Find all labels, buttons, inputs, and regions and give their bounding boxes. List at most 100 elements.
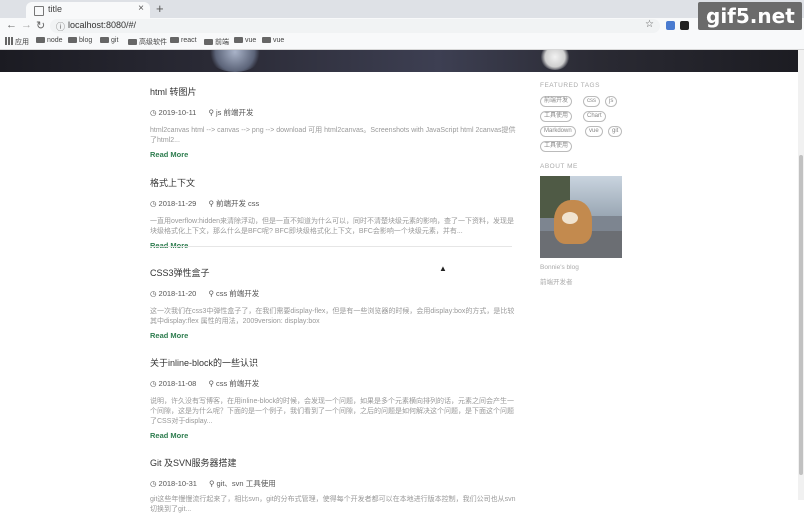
- about-me-heading: ABOUT ME: [540, 163, 578, 170]
- new-tab-button[interactable]: +: [156, 1, 164, 16]
- folder-icon: [204, 39, 213, 45]
- tab-title: title: [48, 4, 63, 14]
- tab-close-icon[interactable]: ×: [138, 3, 144, 14]
- tag-pill[interactable]: 工具使用: [540, 111, 573, 122]
- bookmark-folder-node[interactable]: node: [36, 37, 63, 44]
- reload-icon[interactable]: ↻: [36, 19, 45, 32]
- post-title[interactable]: CSS3弹性盒子: [150, 266, 520, 279]
- folder-icon: [36, 37, 45, 43]
- tag-pill[interactable]: Chart: [583, 111, 606, 122]
- watermark-text: gif5.net: [706, 4, 795, 28]
- post-tag[interactable]: 前端开发: [223, 108, 253, 117]
- post-title[interactable]: 格式上下文: [150, 176, 520, 189]
- apps-grid-icon: [5, 37, 13, 45]
- bookmark-label: react: [181, 37, 197, 44]
- post-date: 2018-11-20: [158, 289, 197, 298]
- hero-banner: [0, 50, 798, 72]
- post-excerpt: 说明，许久没有写博客，在用inline-block的时候，会发现一个问题，如果是…: [150, 398, 515, 425]
- post-title[interactable]: Git 及SVN服务器搭建: [150, 456, 520, 469]
- folder-icon: [68, 37, 77, 43]
- bookmark-label: 前端: [215, 39, 229, 46]
- clock-icon: ◷: [150, 379, 157, 388]
- page-scrollbar[interactable]: [798, 50, 804, 500]
- scrollbar-thumb[interactable]: [799, 155, 803, 475]
- tag-pill[interactable]: 前端开发: [540, 96, 573, 107]
- bookmark-folder-advanced[interactable]: 高级软件: [128, 37, 167, 47]
- tag-icon: ⚲: [209, 479, 215, 488]
- post-tag[interactable]: 前端开发: [229, 379, 259, 388]
- clock-icon: ◷: [150, 108, 157, 117]
- post-tag[interactable]: css: [248, 199, 259, 208]
- banner-astronaut-graphic: [540, 50, 570, 70]
- post-meta: ◷ 2018-11-20 ⚲ css 前端开发: [150, 288, 520, 299]
- bookmark-folder-blog[interactable]: blog: [68, 37, 92, 44]
- banner-planet-graphic: [206, 50, 264, 72]
- post-excerpt: 一直用overflow:hidden来清除浮动，但是一直不知道为什么可以，同时不…: [150, 218, 515, 235]
- address-url[interactable]: localhost:8080/#/: [68, 20, 136, 30]
- bookmark-label: vue: [245, 37, 257, 44]
- profile-photo: [540, 176, 622, 258]
- post-title[interactable]: html 转图片: [150, 85, 520, 98]
- back-arrow-icon[interactable]: ←: [6, 19, 17, 31]
- post-title[interactable]: 关于inline-block的一些认识: [150, 356, 520, 369]
- post-date: 2018-11-08: [158, 379, 197, 388]
- tag-pill[interactable]: 工具使用: [540, 141, 573, 152]
- tag-icon: ⚲: [208, 289, 214, 298]
- clock-icon: ◷: [150, 199, 157, 208]
- post-meta: ◷ 2018-11-29 ⚲ 前端开发 css: [150, 198, 520, 209]
- bookmark-label: 高级软件: [139, 39, 167, 46]
- bookmark-star-icon[interactable]: ☆: [645, 19, 654, 30]
- post-excerpt: 这一次我们在css3中弹性盒子了，在我们需要display-flex，但是有一些…: [150, 308, 515, 325]
- post-category[interactable]: 前端开发: [216, 199, 246, 208]
- translate-extension-icon[interactable]: [666, 21, 675, 30]
- bookmark-folder-vue-2[interactable]: vue: [262, 37, 284, 44]
- browser-tab-strip: title × +: [0, 0, 804, 18]
- tag-icon: ⚲: [208, 379, 214, 388]
- shield-extension-icon[interactable]: [680, 21, 689, 30]
- tag-pill[interactable]: css: [583, 96, 600, 107]
- bookmark-folder-react[interactable]: react: [170, 37, 197, 44]
- post-tag[interactable]: 工具使用: [246, 479, 276, 488]
- tag-pill[interactable]: git: [608, 126, 623, 137]
- tag-pill[interactable]: vue: [585, 126, 603, 137]
- post-date: 2019-10-11: [158, 108, 197, 117]
- forward-arrow-icon[interactable]: →: [21, 19, 32, 31]
- read-more-link[interactable]: Read More: [150, 331, 520, 340]
- featured-tags-heading: FEATURED TAGS: [540, 82, 600, 89]
- bookmark-label: vue: [273, 37, 285, 44]
- post-meta: ◷ 2018-10-31 ⚲ git、svn 工具使用: [150, 478, 520, 489]
- tag-pill[interactable]: js: [605, 96, 618, 107]
- bookmark-folder-frontend[interactable]: 前端: [204, 37, 229, 47]
- tag-icon: ⚲: [208, 199, 214, 208]
- folder-icon: [100, 37, 109, 43]
- bookmarks-bar: 应用 node blog git 高级软件 react 前端 vue vue: [0, 35, 804, 50]
- post-item: Git 及SVN服务器搭建 ◷ 2018-10-31 ⚲ git、svn 工具使用 …: [150, 456, 520, 515]
- post-item: 格式上下文 ◷ 2018-11-29 ⚲ 前端开发 css 一直用overflow:…: [150, 176, 520, 250]
- address-bar[interactable]: ⓘ localhost:8080/#/ ☆: [50, 19, 660, 33]
- post-category[interactable]: js: [216, 108, 221, 117]
- mouse-cursor-icon: ▲: [439, 264, 447, 273]
- post-tag[interactable]: 前端开发: [229, 289, 259, 298]
- browser-tab[interactable]: title ×: [26, 2, 150, 18]
- folder-icon: [170, 37, 179, 43]
- post-excerpt: html2canvas html --> canvas --> png --> …: [150, 127, 516, 144]
- read-more-link[interactable]: Read More: [150, 431, 520, 440]
- read-more-link[interactable]: Read More: [150, 150, 520, 159]
- post-category[interactable]: css: [216, 379, 227, 388]
- watermark-logo: gif5.net: [698, 2, 802, 30]
- post-item: 关于inline-block的一些认识 ◷ 2018-11-08 ⚲ css 前端开…: [150, 356, 520, 440]
- bookmark-folder-vue[interactable]: vue: [234, 37, 256, 44]
- tag-pill[interactable]: Markdown: [540, 126, 576, 137]
- bookmark-label: 应用: [15, 39, 29, 46]
- tag-icon: ⚲: [208, 108, 214, 117]
- folder-icon: [128, 39, 137, 45]
- bookmark-folder-git[interactable]: git: [100, 37, 118, 44]
- post-category[interactable]: css: [216, 289, 227, 298]
- post-meta: ◷ 2019-10-11 ⚲ js 前端开发: [150, 107, 520, 118]
- folder-icon: [262, 37, 271, 43]
- info-icon[interactable]: ⓘ: [56, 20, 65, 33]
- browser-toolbar: ← → ↻ ⓘ localhost:8080/#/ ☆: [0, 18, 804, 35]
- post-date: 2018-10-31: [158, 479, 197, 488]
- post-category[interactable]: git、svn: [217, 479, 244, 488]
- bookmark-apps[interactable]: 应用: [5, 37, 29, 47]
